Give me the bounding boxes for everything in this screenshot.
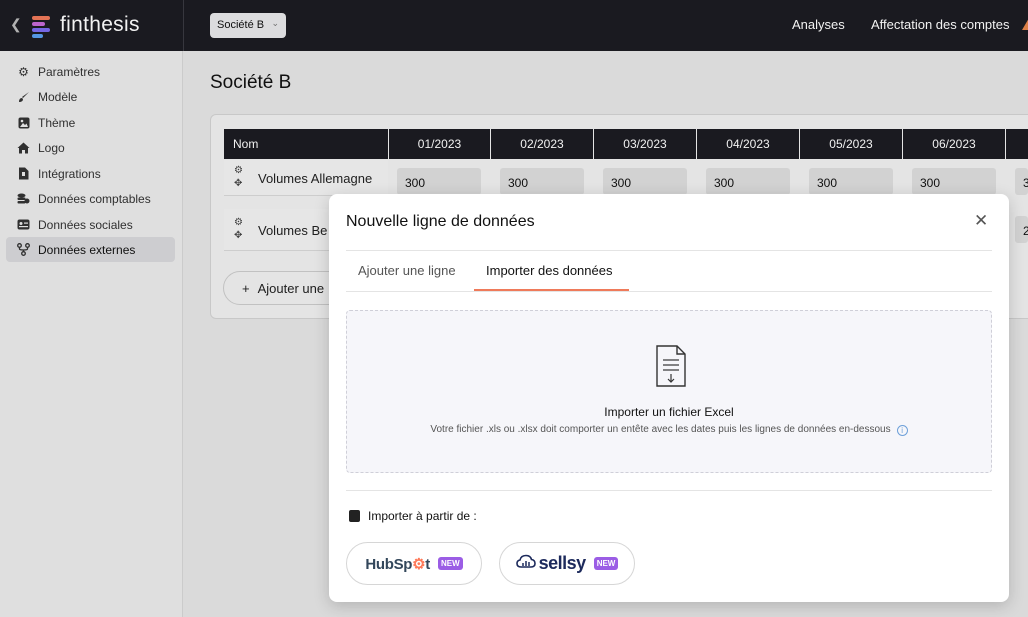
dropzone-title: Importer un fichier Excel [604,405,734,419]
info-icon[interactable]: i [896,425,908,436]
hubspot-integration-button[interactable]: HubSp⚙t NEW [346,542,482,585]
cloud-icon [515,554,536,573]
file-dropzone[interactable]: Importer un fichier Excel Votre fichier … [346,310,992,473]
new-badge: NEW [593,557,619,570]
new-data-line-modal: Nouvelle ligne de données ✕ Ajouter une … [329,194,1009,602]
hubspot-logo: HubSp⚙t [365,555,430,573]
file-download-icon [655,345,687,392]
divider [346,291,992,292]
divider [346,250,992,251]
file-icon [349,510,360,522]
new-badge: NEW [438,557,463,570]
tab-importer-donnees[interactable]: Importer des données [486,263,612,278]
close-icon[interactable]: ✕ [974,211,988,231]
tab-ajouter-ligne[interactable]: Ajouter une ligne [358,263,456,278]
sellsy-integration-button[interactable]: sellsy NEW [499,542,635,585]
divider [346,490,992,491]
import-from-label: Importer à partir de : [349,509,477,523]
modal-title: Nouvelle ligne de données [346,213,535,230]
sellsy-logo: sellsy [538,553,587,573]
dropzone-subtitle: Votre fichier .xls ou .xlsx doit comport… [347,424,991,436]
